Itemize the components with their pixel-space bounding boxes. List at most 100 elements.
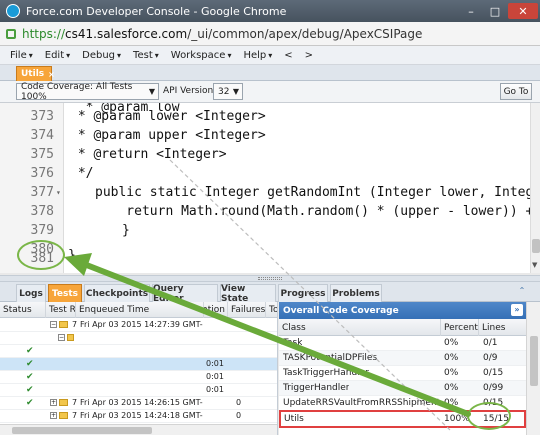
tab-query-editor[interactable]: Query Editor: [152, 284, 218, 304]
class-name: Utils: [284, 414, 304, 424]
menu-debug[interactable]: Debug ▾: [76, 50, 127, 61]
menu-test[interactable]: Test ▾: [127, 50, 165, 61]
panel-splitter[interactable]: [0, 275, 540, 282]
failures-count: 0: [236, 398, 242, 407]
editor-toolbar: Code Coverage: All Tests 100% ▼ API Vers…: [0, 81, 540, 103]
duration: 0:01: [206, 359, 224, 368]
duration: 0:01: [206, 372, 224, 381]
tab-problems[interactable]: Problems: [330, 284, 382, 302]
menu-workspace[interactable]: Workspace ▾: [165, 50, 238, 61]
test-run-id: 7: [72, 411, 78, 420]
expand-icon[interactable]: +: [50, 398, 70, 407]
coverage-vertical-scrollbar[interactable]: [526, 302, 540, 435]
address-bar[interactable]: https://cs41.salesforce.com/_ui/common/a…: [0, 22, 540, 46]
close-tab-icon[interactable]: ×: [48, 70, 55, 79]
coverage-row[interactable]: TriggerHandler 0% 0/99: [279, 381, 526, 396]
table-row[interactable]: ✔: [0, 345, 277, 358]
tests-horizontal-scrollbar[interactable]: [0, 424, 277, 435]
table-row[interactable]: −: [0, 332, 277, 345]
column-header-failures[interactable]: Failures: [228, 302, 266, 318]
expand-panel-icon[interactable]: »: [511, 304, 523, 316]
menu-edit[interactable]: Edit ▾: [39, 50, 76, 61]
menu-file[interactable]: File ▾: [4, 50, 39, 61]
menu-help-label: Help: [243, 49, 267, 61]
column-header-lines[interactable]: Lines: [479, 319, 526, 336]
window-title: Force.com Developer Console - Google Chr…: [26, 4, 287, 18]
table-row[interactable]: − 7 Fri Apr 03 2015 14:27:39 GMT-: [0, 319, 277, 332]
tests-grid-header: Status Test Run Enqueued Time ration Fai…: [0, 302, 277, 318]
scroll-down-icon[interactable]: ▼: [532, 261, 537, 269]
folder-icon: [59, 399, 68, 406]
menu-help[interactable]: Help ▾: [237, 50, 278, 61]
url-text[interactable]: https://cs41.salesforce.com/_ui/common/a…: [22, 27, 422, 41]
annotation-circle-lines: [467, 402, 511, 430]
expand-collapse-icon[interactable]: −: [50, 320, 70, 329]
table-row[interactable]: ✔ + 7 Fri Apr 03 2015 14:26:15 GMT- 0: [0, 397, 277, 410]
code-editor[interactable]: * @param low 373 * @param lower <Integer…: [0, 103, 530, 273]
fold-toggle-icon[interactable]: ▾: [56, 188, 61, 197]
table-row[interactable]: ✔ 0:01: [0, 371, 277, 384]
column-header-total[interactable]: To: [266, 302, 277, 318]
menu-file-label: File: [10, 49, 27, 61]
check-icon: ✔: [26, 372, 34, 382]
coverage-row[interactable]: Task 0% 0/1: [279, 336, 526, 351]
collapse-icon[interactable]: −: [58, 334, 65, 341]
lock-icon: [6, 28, 16, 39]
tab-tests[interactable]: Tests: [48, 284, 82, 302]
folder-icon: [59, 321, 68, 328]
column-header-status[interactable]: Status: [0, 302, 46, 318]
column-header-enqueued-time[interactable]: Enqueued Time: [76, 302, 204, 318]
check-icon: ✔: [26, 385, 34, 395]
line-number: 374: [30, 128, 54, 143]
chevron-down-icon: ▾: [227, 50, 232, 60]
line-number: 376: [30, 166, 54, 181]
column-header-class[interactable]: Class: [279, 319, 441, 336]
enqueued-time: Fri Apr 03 2015 14:24:18 GMT-: [80, 411, 203, 420]
minimize-button[interactable]: –: [460, 3, 482, 19]
table-row[interactable]: ✔ 0:01: [0, 358, 277, 371]
column-header-percent[interactable]: Percent: [441, 319, 479, 336]
developer-console-window: Force.com Developer Console - Google Chr…: [0, 0, 540, 435]
expand-icon[interactable]: +: [50, 411, 70, 420]
collapse-icon[interactable]: −: [50, 321, 57, 328]
line-number: 377: [30, 185, 54, 200]
api-version-select[interactable]: 32 ▼: [213, 83, 243, 100]
scrollbar-thumb[interactable]: [12, 427, 152, 434]
column-header-test-run[interactable]: Test Run: [46, 302, 76, 318]
tab-checkpoints[interactable]: Checkpoints: [84, 284, 150, 302]
table-row[interactable]: ✔ 0:01: [0, 384, 277, 397]
code-text: * @param lower <Integer>: [70, 109, 266, 124]
splitter-grip-icon[interactable]: [258, 277, 282, 280]
scrollbar-thumb[interactable]: [532, 239, 540, 253]
nav-back-button[interactable]: <: [278, 50, 298, 61]
menu-debug-label: Debug: [82, 49, 116, 61]
expand-icon[interactable]: +: [50, 399, 57, 406]
coverage-lines: 0/9: [483, 353, 498, 363]
goto-button[interactable]: Go To: [500, 83, 532, 100]
close-window-button[interactable]: ✕: [508, 3, 538, 19]
expand-icon[interactable]: +: [50, 412, 57, 419]
class-name: TASKPotentialDPFiles: [283, 353, 378, 363]
scrollbar-thumb[interactable]: [530, 336, 538, 386]
code-coverage-select[interactable]: Code Coverage: All Tests 100% ▼: [16, 81, 159, 102]
tab-logs[interactable]: Logs: [16, 284, 46, 302]
coverage-row[interactable]: TASKPotentialDPFiles 0% 0/9: [279, 351, 526, 366]
code-text: public static Integer getRandomInt (Inte…: [95, 185, 530, 200]
table-row[interactable]: + 7 Fri Apr 03 2015 14:24:18 GMT- 0: [0, 410, 277, 423]
tab-progress[interactable]: Progress: [278, 284, 328, 302]
maximize-button[interactable]: □: [484, 3, 506, 19]
tab-view-state[interactable]: View State: [220, 284, 276, 304]
code-text: return Math.round(Math.random() * (upper…: [95, 204, 530, 219]
code-coverage-select-value: Code Coverage: All Tests 100%: [21, 81, 133, 102]
line-number: 373: [30, 109, 54, 124]
nav-forward-button[interactable]: >: [299, 50, 319, 61]
column-header-duration[interactable]: ration: [204, 302, 228, 318]
check-icon: ✔: [26, 359, 34, 369]
coverage-percent: 0%: [444, 398, 459, 408]
chrome-app-icon: [6, 4, 20, 18]
tab-utils[interactable]: Utils ×: [16, 66, 55, 81]
collapse-panel-icon[interactable]: ⌃: [516, 286, 528, 298]
code-text: */: [70, 166, 94, 181]
editor-vertical-scrollbar[interactable]: ▼: [530, 103, 540, 273]
coverage-row[interactable]: TaskTriggerHandler 0% 0/15: [279, 366, 526, 381]
